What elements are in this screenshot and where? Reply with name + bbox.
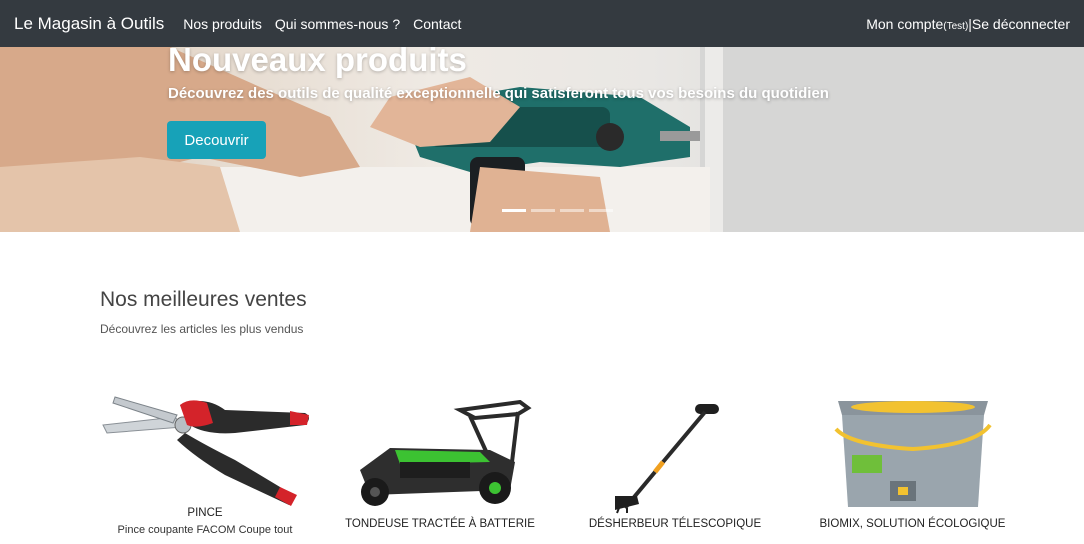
carousel-indicator-3[interactable] xyxy=(560,209,584,212)
product-card-pince[interactable]: PINCE Pince coupante FACOM Coupe tout xyxy=(95,385,315,540)
bestsellers-title: Nos meilleures ventes xyxy=(100,288,307,311)
carousel-indicator-2[interactable] xyxy=(531,209,555,212)
product-card-biomix[interactable]: BIOMIX, SOLUTION ÉCOLOGIQUE xyxy=(810,395,1015,540)
bestsellers-subtitle: Découvrez les articles les plus vendus xyxy=(100,322,304,336)
carousel-indicator-1[interactable] xyxy=(502,209,526,212)
top-navbar: Le Magasin à Outils Nos produits Qui som… xyxy=(0,0,1084,47)
weeder-image xyxy=(615,404,719,514)
product-card-tondeuse[interactable]: TONDEUSE TRACTÉE À BATTERIE xyxy=(340,400,540,540)
hero-subtitle: Découvrez des outils de qualité exceptio… xyxy=(168,85,829,102)
hero-carousel: Nouveaux produits Découvrez des outils d… xyxy=(0,47,1084,232)
product-name: DÉSHERBEUR TÉLESCOPIQUE xyxy=(588,518,762,530)
nav-link-contact[interactable]: Contact xyxy=(413,16,461,32)
brand-logo-link[interactable]: Le Magasin à Outils xyxy=(14,14,164,34)
carousel-indicator-4[interactable] xyxy=(589,209,613,212)
logout-link[interactable]: |Se déconnecter xyxy=(968,16,1070,32)
account-username: (Test) xyxy=(943,20,969,32)
product-description: Pince coupante FACOM Coupe tout xyxy=(117,524,293,536)
product-name: PINCE xyxy=(187,507,223,519)
account-label: Mon compte xyxy=(866,15,944,32)
product-card-desherbeur[interactable]: DÉSHERBEUR TÉLESCOPIQUE xyxy=(585,400,765,540)
biomix-bucket-image xyxy=(834,401,992,507)
account-link[interactable]: Mon compte(Test) xyxy=(866,16,968,32)
discover-button[interactable]: Decouvrir xyxy=(167,121,266,159)
hero-title: Nouveaux produits xyxy=(168,47,467,78)
product-name: BIOMIX, SOLUTION ÉCOLOGIQUE xyxy=(819,518,1006,530)
hero-drill-photo xyxy=(0,47,1084,232)
nav-link-about[interactable]: Qui sommes-nous ? xyxy=(275,16,400,32)
nav-link-products[interactable]: Nos produits xyxy=(183,16,262,32)
pruning-shears-image xyxy=(102,396,309,506)
account-area: Mon compte(Test) |Se déconnecter xyxy=(866,16,1070,32)
product-name: TONDEUSE TRACTÉE À BATTERIE xyxy=(345,518,535,530)
lawn-mower-image xyxy=(360,400,532,506)
carousel-indicators xyxy=(502,209,618,212)
